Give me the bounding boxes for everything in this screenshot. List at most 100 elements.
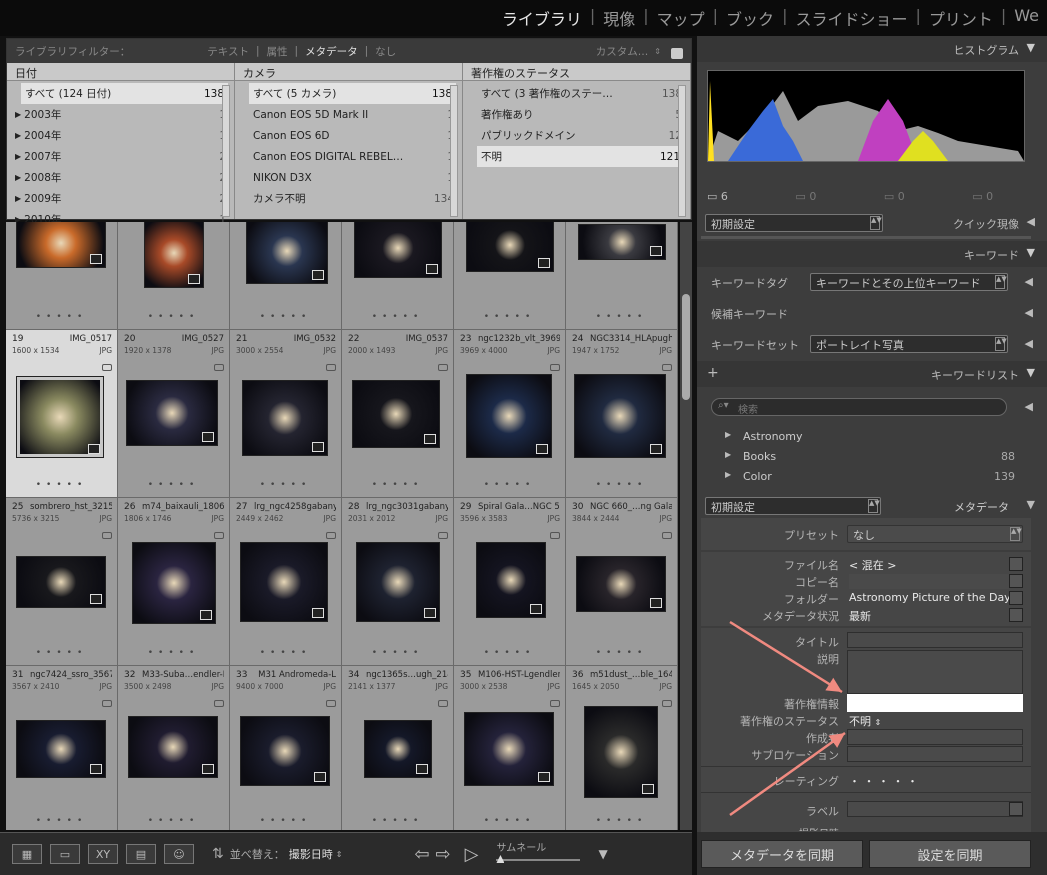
list-icon[interactable] [1009,557,1023,571]
module-tab[interactable]: マップ [649,6,713,30]
go-arrow-icon[interactable] [1009,574,1023,588]
disclosure-triangle-icon[interactable]: ▶ [15,110,21,119]
creator-input[interactable] [847,729,1023,745]
filter-tab-metadata[interactable]: メタデータ [305,44,358,59]
photo-thumbnail[interactable] [240,716,330,786]
keyword-item[interactable]: Astronomy [743,430,803,443]
collapse-triangle-icon[interactable]: ▼ [1027,366,1035,379]
list-icon[interactable] [1009,608,1023,622]
flag-icon[interactable] [550,364,560,371]
photo-thumbnail[interactable] [464,712,554,786]
flag-icon[interactable] [102,364,112,371]
grid-cell[interactable]: ••••• [230,222,342,330]
grid-cell[interactable]: 30 NGC 660_…ng Galaxy 3844 x 2444 JPG ••••• [566,498,678,666]
disclosure-triangle-icon[interactable]: ▶ [15,173,21,182]
disclosure-triangle-icon[interactable]: ▶ [15,131,21,140]
rating-dots[interactable]: ••••• [566,648,677,658]
filter-row[interactable]: すべて (124 日付) 138 [21,83,228,104]
grid-cell[interactable]: ••••• [342,222,454,330]
rating-dots[interactable]: ••••• [6,816,117,826]
flag-icon[interactable] [550,700,560,707]
sublocation-input[interactable] [847,746,1023,762]
module-tab[interactable]: ライブラリ [494,6,590,30]
photo-thumbnail[interactable] [476,542,546,618]
filter-tab-none[interactable]: なし [375,44,396,59]
rating-dots[interactable]: ••••• [230,480,341,490]
rating-dots[interactable]: ••••• [566,480,677,490]
scroll-thumb[interactable] [682,294,690,400]
copyright-input[interactable] [847,694,1023,712]
loupe-view-icon[interactable]: ▭ [50,844,80,864]
rating-dots[interactable]: ••••• [230,312,341,322]
filter-custom-dropdown[interactable]: カスタム… [596,44,649,59]
rating-dots[interactable]: ••••• [454,480,565,490]
grid-cell[interactable]: 35 M106-HST-Lgendler 3000 x 2538 JPG ••••• [454,666,566,830]
grid-scrollbar[interactable] [680,222,692,830]
metadata-preset-select[interactable]: 初期設定 ▲▼ [705,497,881,515]
keyword-set-select[interactable]: ポートレイト写真 ▲▼ [810,335,1008,353]
photo-thumbnail[interactable] [126,380,218,446]
photo-thumbnail[interactable] [16,376,104,458]
collapse-left-icon[interactable]: ◀ [1025,275,1033,288]
caption-input[interactable] [847,650,1023,694]
copyright-status-select[interactable]: 不明 ⇕ [849,713,881,729]
grid-cell[interactable]: 25 sombrero_hst_3215 5736 x 3215 JPG ••••• [6,498,118,666]
survey-view-icon[interactable]: ▤ [126,844,156,864]
people-view-icon[interactable]: ☺ [164,844,194,864]
keyword-item[interactable]: Books [743,450,776,463]
photo-thumbnail[interactable] [352,380,440,448]
keyword-search-input[interactable]: ⌕▾ 検索 [711,398,1007,416]
sync-metadata-button[interactable]: メタデータを同期 [701,840,863,868]
suggested-keywords-label[interactable]: 候補キーワード [711,306,788,322]
sort-direction-icon[interactable]: ⇅ [212,846,224,862]
rating-dots[interactable]: ••••• [118,312,229,322]
photo-thumbnail[interactable] [356,542,440,622]
metadata-field-value[interactable] [849,574,1009,589]
flag-icon[interactable] [326,364,336,371]
flag-icon[interactable] [102,532,112,539]
filter-scrollbar[interactable] [222,85,230,217]
collapse-triangle-icon[interactable]: ▼ [1027,498,1035,511]
rating-dots[interactable]: ••••• [342,648,453,658]
go-arrow-icon[interactable] [1009,802,1023,816]
collapse-left-icon[interactable]: ◀ [1027,215,1035,228]
photo-thumbnail[interactable] [574,374,666,458]
disclosure-triangle-icon[interactable]: ▶ [725,450,731,459]
title-input[interactable] [847,632,1023,648]
photo-thumbnail[interactable] [132,542,216,624]
flag-icon[interactable] [214,700,224,707]
module-tab[interactable]: プリント [921,6,1001,30]
module-tab[interactable]: ブック [718,6,782,30]
photo-thumbnail[interactable] [364,720,432,778]
rating-dots[interactable]: ••••• [566,312,677,322]
photo-thumbnail[interactable] [354,222,442,278]
grid-cell[interactable]: ••••• [566,222,678,330]
rating-dots[interactable]: ••••• [118,816,229,826]
filter-tab-text[interactable]: テキスト [207,44,249,59]
keyword-list-header[interactable]: + キーワードリスト ▼ [697,361,1047,387]
grid-cell[interactable]: 20 IMG_0527 1920 x 1378 JPG ••••• [118,330,230,498]
keyword-item[interactable]: Color [743,470,772,483]
collapse-triangle-icon[interactable]: ▼ [1027,41,1035,54]
grid-cell[interactable]: 19 IMG_0517 1600 x 1534 JPG ••••• [6,330,118,498]
photo-thumbnail[interactable] [144,222,204,288]
rating-dots[interactable]: ••••• [118,480,229,490]
photo-thumbnail[interactable] [466,374,552,458]
flag-icon[interactable] [662,364,672,371]
add-icon[interactable]: + [707,365,719,381]
filter-row[interactable]: すべて (5 カメラ) 138 [249,83,456,104]
grid-cell[interactable]: 26 m74_baixauli_1806 1806 x 1746 JPG ••••• [118,498,230,666]
thumbnail-size-slider[interactable]: サムネール [496,839,586,869]
module-tab[interactable]: スライドショー [787,6,915,30]
photo-thumbnail[interactable] [16,222,106,268]
grid-cell[interactable]: 33 M31 Andromeda-L 9400 x 7000 JPG ••••• [230,666,342,830]
photo-thumbnail[interactable] [16,720,106,778]
compare-view-icon[interactable]: XY [88,844,118,864]
grid-cell[interactable]: 28 lrg_ngc3031gabany 2031 x 2012 JPG ••••• [342,498,454,666]
sort-select[interactable]: 撮影日時 [289,846,333,862]
grid-cell[interactable]: 36 m51dust_…ble_1645 1645 x 2050 JPG ••••• [566,666,678,830]
grid-cell[interactable]: ••••• [118,222,230,330]
filter-scrollbar[interactable] [678,85,686,217]
grid-cell[interactable]: 21 IMG_0532 3000 x 2554 JPG ••••• [230,330,342,498]
rating-dots[interactable]: ••••• [454,312,565,322]
